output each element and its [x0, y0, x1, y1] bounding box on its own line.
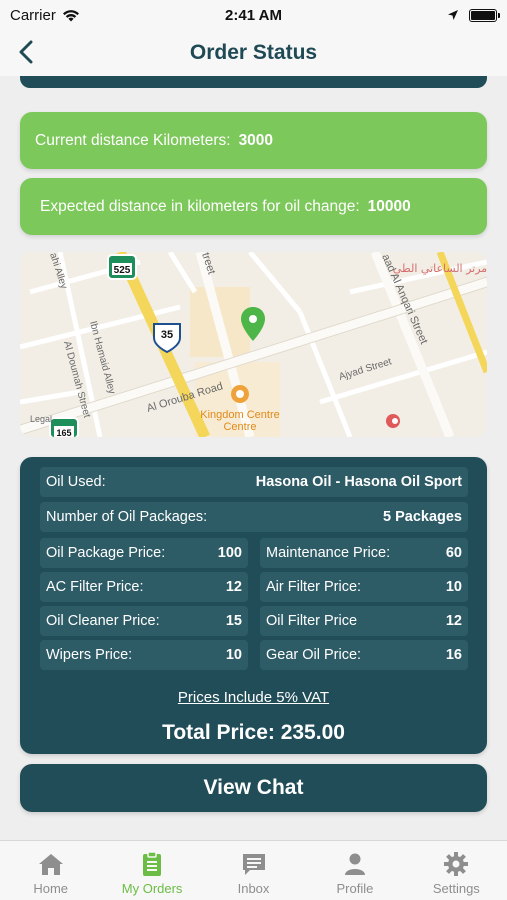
- price-cell-ac-filter: AC Filter Price: 12: [40, 572, 248, 602]
- map-canvas: 525 35 165 Al Orouba Road Ibn Hamaid All…: [20, 252, 487, 437]
- map-label-arabic: مرتر الساعاتي الطي: [393, 262, 487, 275]
- price-value: 10: [445, 579, 462, 595]
- expected-distance-card: Expected distance in kilometers for oil …: [20, 178, 487, 235]
- svg-text:Centre: Centre: [223, 421, 256, 433]
- navigation-bar: Order Status: [0, 30, 507, 76]
- price-value: 12: [225, 579, 242, 595]
- tab-inbox[interactable]: Inbox: [203, 841, 304, 900]
- price-value: 16: [445, 647, 462, 663]
- tab-label: Profile: [336, 881, 374, 896]
- price-cell-air-filter: Air Filter Price: 10: [260, 572, 468, 602]
- price-value: 12: [445, 613, 462, 629]
- price-label: Maintenance Price:: [266, 545, 391, 561]
- order-details-card: Oil Used: Hasona Oil - Hasona Oil Sport …: [20, 457, 487, 754]
- vat-note-link[interactable]: Prices Include 5% VAT: [20, 689, 487, 706]
- chevron-left-icon: [19, 40, 33, 64]
- view-chat-button[interactable]: View Chat: [20, 764, 487, 812]
- price-cell-oil-package: Oil Package Price: 100: [40, 538, 248, 568]
- tab-bar: Home My Orders Inbox Profile Settings: [0, 840, 507, 900]
- route-shield-525: 525: [107, 254, 137, 280]
- price-cell-oil-filter: Oil Filter Price 12: [260, 606, 468, 636]
- price-label: Gear Oil Price:: [266, 647, 362, 663]
- price-cell-maintenance: Maintenance Price: 60: [260, 538, 468, 568]
- tab-label: Home: [33, 881, 69, 896]
- chat-bubble-icon: [242, 854, 265, 875]
- oil-used-label: Oil Used:: [46, 474, 106, 490]
- map-label-kingdom-centre: Kingdom Centre: [200, 409, 280, 421]
- tab-label: My Orders: [121, 881, 183, 896]
- hospital-poi: [386, 414, 400, 428]
- order-status-content[interactable]: Current distance Kilometers: 3000 Expect…: [0, 76, 507, 840]
- price-label: Oil Cleaner Price:: [46, 613, 160, 629]
- packages-value: 5 Packages: [382, 509, 462, 525]
- carrier-group: Carrier: [10, 7, 80, 24]
- price-cell-wipers: Wipers Price: 10: [40, 640, 248, 670]
- gear-icon: [444, 852, 469, 876]
- price-label: Oil Package Price:: [46, 545, 166, 561]
- tab-label: Settings: [432, 881, 480, 896]
- svg-text:525: 525: [114, 265, 131, 276]
- route-shield-165: 165: [49, 417, 79, 437]
- tab-my-orders[interactable]: My Orders: [101, 841, 202, 900]
- current-distance-value: 3000: [238, 131, 274, 149]
- price-label: Wipers Price:: [46, 647, 133, 663]
- back-button[interactable]: [10, 36, 42, 68]
- price-cell-oil-cleaner: Oil Cleaner Price: 15: [40, 606, 248, 636]
- tab-label: Inbox: [237, 881, 270, 896]
- wifi-icon: [62, 9, 79, 21]
- price-value: 60: [445, 545, 462, 561]
- home-icon: [38, 854, 63, 875]
- map-legal-link: Legal: [30, 414, 52, 424]
- tab-profile[interactable]: Profile: [304, 841, 405, 900]
- packages-row: Number of Oil Packages: 5 Packages: [40, 502, 468, 532]
- price-label: Air Filter Price:: [266, 579, 362, 595]
- previous-card-edge: [20, 76, 487, 88]
- battery-icon: [469, 8, 500, 22]
- tab-home[interactable]: Home: [0, 841, 101, 900]
- tab-settings[interactable]: Settings: [406, 841, 507, 900]
- price-value: 15: [225, 613, 242, 629]
- price-label: Oil Filter Price: [266, 613, 358, 629]
- location-arrow-icon: [448, 10, 458, 20]
- carrier-label: Carrier: [10, 6, 56, 24]
- svg-text:165: 165: [56, 428, 71, 437]
- clipboard-icon: [143, 851, 162, 876]
- person-icon: [344, 853, 365, 875]
- expected-distance-value: 10000: [367, 197, 411, 215]
- svg-text:35: 35: [161, 329, 173, 341]
- oil-used-row: Oil Used: Hasona Oil - Hasona Oil Sport: [40, 467, 468, 497]
- price-label: AC Filter Price:: [46, 579, 144, 595]
- price-value: 10: [225, 647, 242, 663]
- location-map[interactable]: 525 35 165 Al Orouba Road Ibn Hamaid All…: [20, 252, 487, 437]
- oil-used-value: Hasona Oil - Hasona Oil Sport: [255, 474, 462, 490]
- status-bar: Carrier 2:41 AM: [0, 0, 507, 30]
- total-price: Total Price: 235.00: [162, 721, 345, 744]
- page-title: Order Status: [189, 41, 318, 64]
- packages-label: Number of Oil Packages:: [46, 509, 208, 525]
- expected-distance-label: Expected distance in kilometers for oil …: [40, 197, 360, 215]
- price-value: 100: [217, 545, 242, 561]
- current-distance-card: Current distance Kilometers: 3000: [20, 112, 487, 169]
- price-cell-gear-oil: Gear Oil Price: 16: [260, 640, 468, 670]
- current-distance-label: Current distance Kilometers:: [35, 131, 231, 149]
- status-icons: [447, 8, 500, 22]
